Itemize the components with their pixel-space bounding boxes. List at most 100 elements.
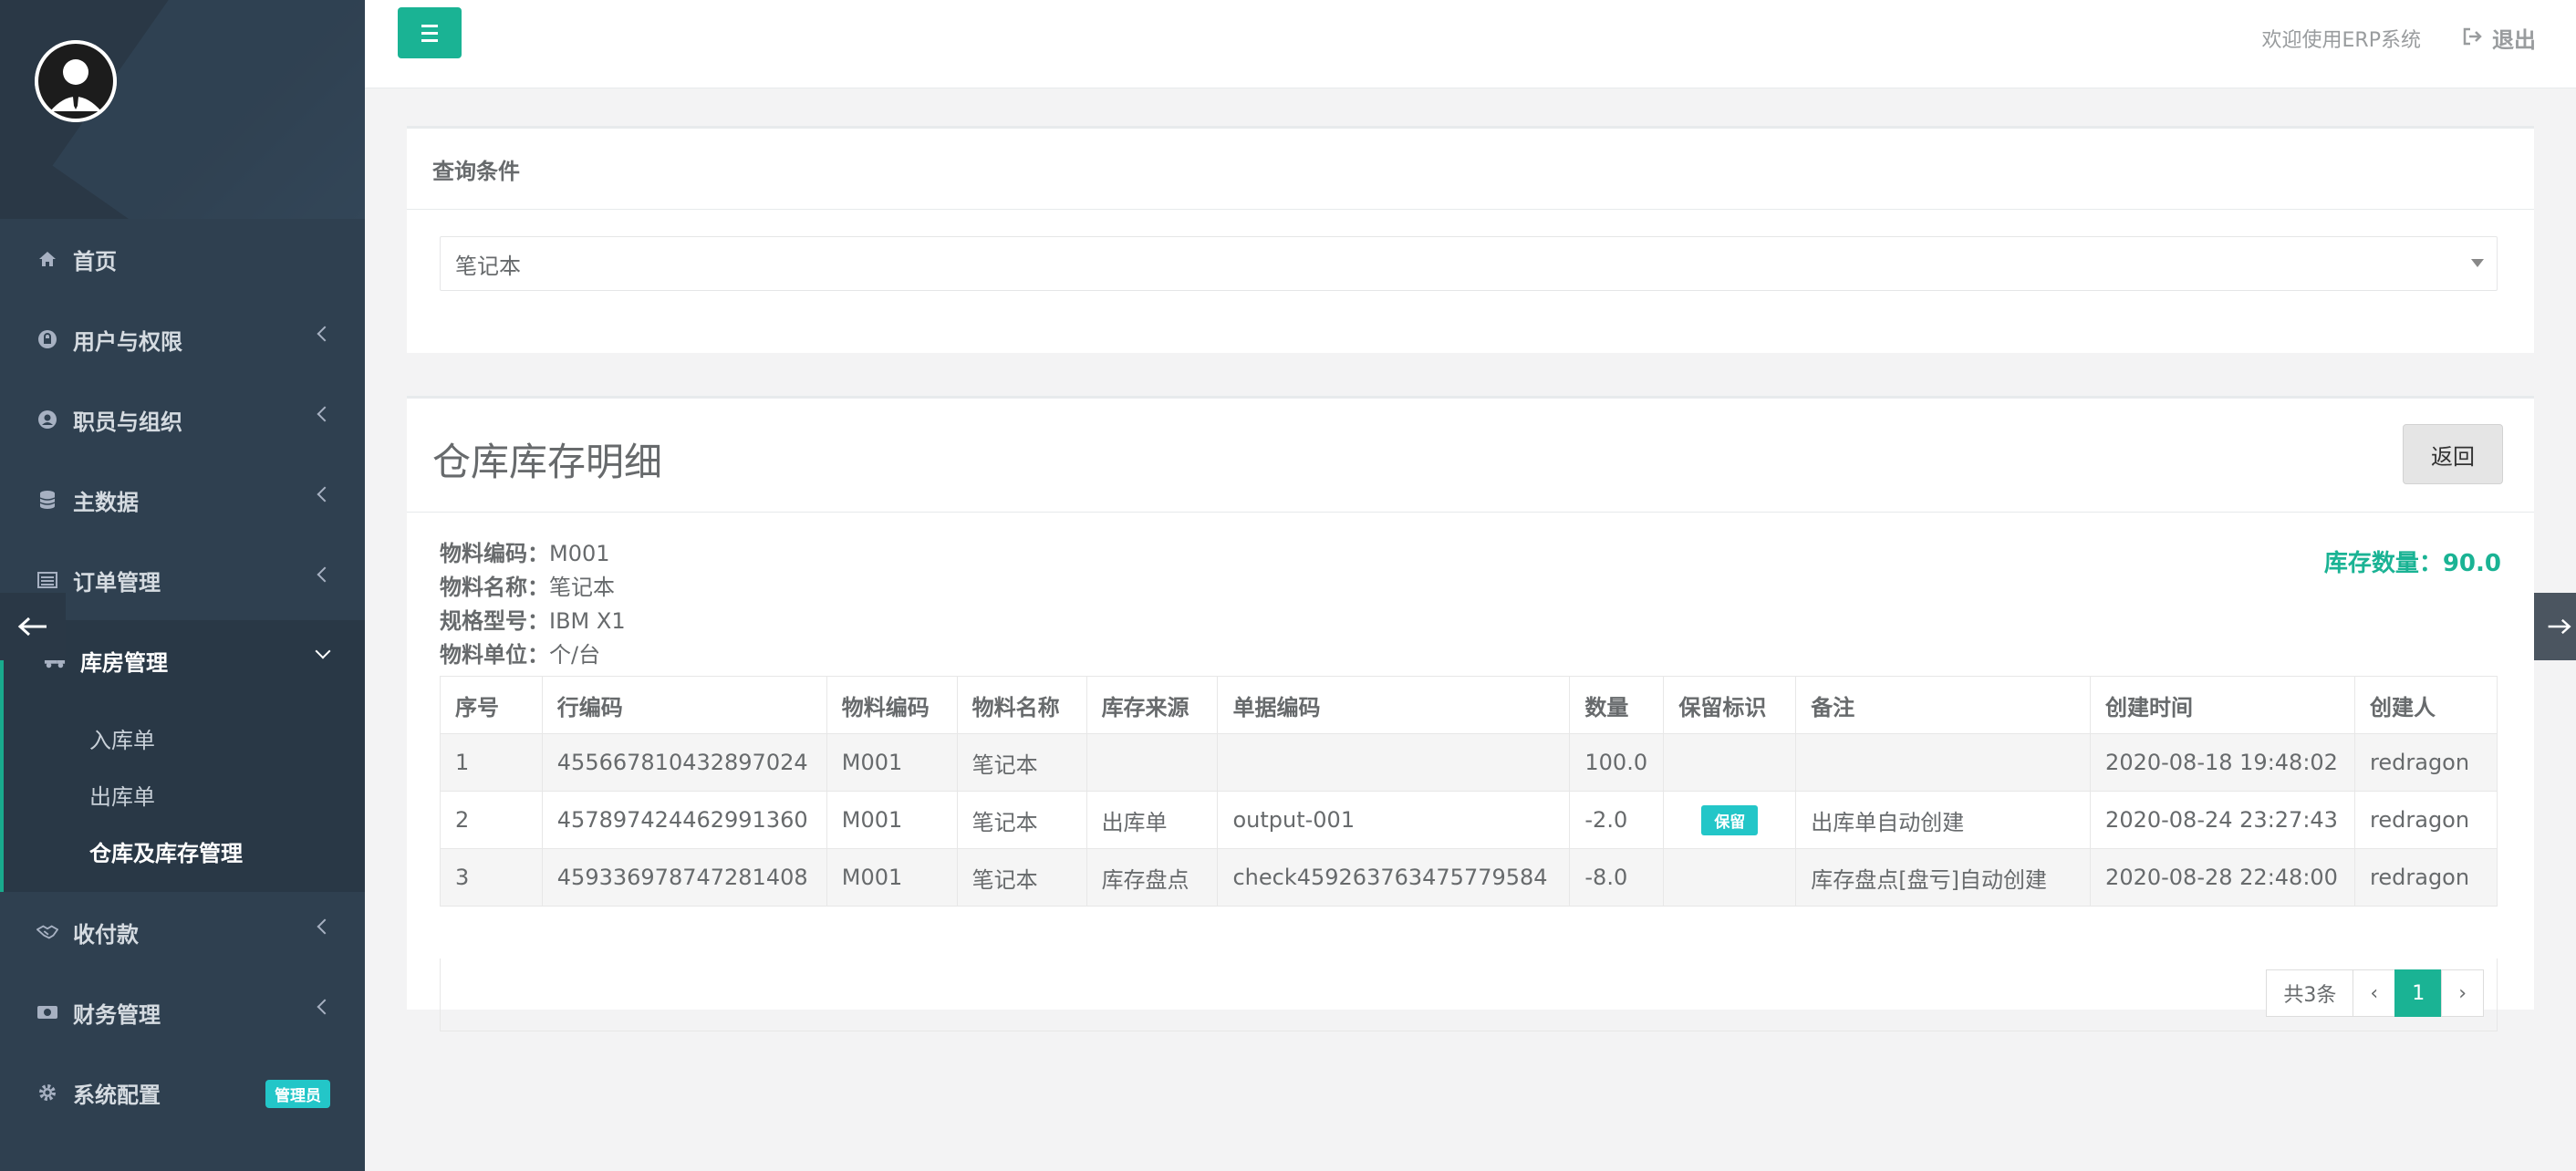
gear-icon bbox=[36, 1082, 58, 1104]
sidebar-item-users[interactable]: 用户与权限 bbox=[0, 299, 365, 379]
table-cell: 2020-08-28 22:48:00 bbox=[2090, 848, 2356, 907]
column-header[interactable]: 创建人 bbox=[2354, 676, 2498, 734]
sidebar-item-label: 财务管理 bbox=[73, 1001, 161, 1028]
table-cell: 457897424462991360 bbox=[541, 791, 827, 849]
sidebar-item-label: 职员与组织 bbox=[73, 409, 182, 435]
table-cell: 笔记本 bbox=[956, 733, 1087, 792]
sidebar-item-payments[interactable]: 收付款 bbox=[0, 892, 365, 972]
query-panel-title: 查询条件 bbox=[407, 129, 2534, 210]
chevron-left-icon bbox=[317, 918, 333, 935]
column-header[interactable]: 序号 bbox=[440, 676, 543, 734]
pagination-prev-button[interactable]: ‹ bbox=[2353, 969, 2396, 1017]
back-button[interactable]: 返回 bbox=[2403, 424, 2503, 484]
column-header[interactable]: 单据编码 bbox=[1217, 676, 1571, 734]
subnav-item-outbound[interactable]: 出库单 bbox=[4, 766, 365, 823]
table-cell: redragon bbox=[2354, 791, 2498, 849]
inventory-detail-panel: 仓库库存明细 返回 物料编码：M001 物料名称：笔记本 规格型号：IBM X1… bbox=[407, 396, 2534, 1031]
material-select[interactable]: 笔记本 bbox=[440, 236, 2498, 291]
table-cell: M001 bbox=[826, 733, 958, 792]
sidebar-item-finance[interactable]: 财务管理 bbox=[0, 972, 365, 1052]
info-row: 规格型号：IBM X1 bbox=[440, 608, 626, 634]
chevron-left-icon bbox=[317, 406, 333, 422]
column-header[interactable]: 备注 bbox=[1795, 676, 2092, 734]
logout-label: 退出 bbox=[2492, 27, 2536, 53]
column-header[interactable]: 数量 bbox=[1569, 676, 1665, 734]
menu-toggle-button[interactable] bbox=[398, 7, 462, 58]
top-navbar: 欢迎使用ERP系统 退出 bbox=[365, 0, 2576, 88]
column-header[interactable]: 物料名称 bbox=[956, 676, 1087, 734]
table-cell: 2020-08-24 23:27:43 bbox=[2090, 791, 2356, 849]
chevron-left-icon bbox=[317, 326, 333, 342]
sidebar-item-label: 系统配置 bbox=[73, 1082, 161, 1108]
caret-down-icon bbox=[2471, 259, 2484, 267]
home-icon bbox=[36, 248, 58, 270]
column-header[interactable]: 行编码 bbox=[541, 676, 827, 734]
table-cell: 库存盘点 bbox=[1085, 848, 1219, 907]
sidebar-item-home[interactable]: 首页 bbox=[0, 219, 365, 299]
material-info: 物料编码：M001 物料名称：笔记本 规格型号：IBM X1 物料单位：个/台 bbox=[440, 537, 626, 672]
table-row[interactable]: 1 455667810432897024 M001 笔记本 100.0 2020… bbox=[440, 733, 2498, 792]
table-cell bbox=[1217, 733, 1571, 792]
sidebar-item-label: 主数据 bbox=[73, 489, 139, 515]
pagination-total: 共3条 bbox=[2266, 969, 2354, 1017]
table-cell: redragon bbox=[2354, 733, 2498, 792]
info-row: 物料编码：M001 bbox=[440, 541, 610, 566]
user-icon bbox=[36, 409, 58, 430]
column-header[interactable]: 保留标识 bbox=[1663, 676, 1797, 734]
column-header[interactable]: 物料编码 bbox=[826, 676, 958, 734]
chevron-left-icon bbox=[317, 999, 333, 1015]
sidebar-item-label: 用户与权限 bbox=[73, 328, 182, 355]
table-row[interactable]: 2 457897424462991360 M001 笔记本 出库单 output… bbox=[440, 791, 2498, 849]
subnav-item-inbound[interactable]: 入库单 bbox=[4, 710, 365, 766]
sidebar-item-label: 首页 bbox=[73, 248, 117, 275]
sidebar-item-staff[interactable]: 职员与组织 bbox=[0, 379, 365, 460]
column-header[interactable]: 创建时间 bbox=[2090, 676, 2356, 734]
material-select-value: 笔记本 bbox=[455, 253, 521, 279]
table-cell: 出库单自动创建 bbox=[1795, 791, 2092, 849]
table-cell: 笔记本 bbox=[956, 791, 1087, 849]
inventory-table: 序号 行编码 物料编码 物料名称 库存来源 单据编码 数量 保留标识 备注 创建… bbox=[440, 676, 2498, 907]
sidebar-item-settings[interactable]: 系统配置 管理员 bbox=[0, 1052, 365, 1133]
detail-header: 仓库库存明细 返回 bbox=[407, 399, 2534, 513]
table-cell: -8.0 bbox=[1569, 848, 1665, 907]
table-cell: 455667810432897024 bbox=[541, 733, 827, 792]
admin-badge: 管理员 bbox=[265, 1080, 330, 1108]
page-title: 仓库库存明细 bbox=[432, 440, 663, 484]
reserved-badge: 保留 bbox=[1701, 804, 1759, 835]
table-row[interactable]: 3 459336978747281408 M001 笔记本 库存盘点 check… bbox=[440, 848, 2498, 907]
welcome-text: 欢迎使用ERP系统 bbox=[2261, 29, 2421, 52]
table-cell: M001 bbox=[826, 791, 958, 849]
pagination: 共3条 ‹ 1 › bbox=[2266, 969, 2484, 1017]
handshake-icon bbox=[36, 921, 58, 943]
subnav-item-inventory[interactable]: 仓库及库存管理 bbox=[4, 823, 365, 879]
table-cell bbox=[1085, 733, 1219, 792]
table-cell: 保留 bbox=[1663, 791, 1797, 849]
table-cell: 1 bbox=[440, 733, 543, 792]
sidebar-item-label: 收付款 bbox=[73, 921, 139, 948]
chevron-left-icon bbox=[317, 566, 333, 583]
database-icon bbox=[36, 489, 58, 511]
table-cell: 出库单 bbox=[1085, 791, 1219, 849]
pagination-page-1[interactable]: 1 bbox=[2394, 969, 2443, 1017]
table-cell: 2 bbox=[440, 791, 543, 849]
table-cell: check459263763475779584 bbox=[1217, 848, 1571, 907]
column-header[interactable]: 库存来源 bbox=[1085, 676, 1219, 734]
pagination-next-button[interactable]: › bbox=[2441, 969, 2484, 1017]
avatar[interactable] bbox=[35, 40, 117, 122]
table-cell: -2.0 bbox=[1569, 791, 1665, 849]
expand-arrow-right-icon[interactable] bbox=[2534, 593, 2576, 660]
pagination-row: 共3条 ‹ 1 › bbox=[440, 959, 2498, 1031]
table-cell: 笔记本 bbox=[956, 848, 1087, 907]
chevron-left-icon bbox=[317, 486, 333, 503]
list-icon bbox=[36, 569, 58, 591]
table-cell: M001 bbox=[826, 848, 958, 907]
logout-link[interactable]: 退出 bbox=[2463, 22, 2536, 54]
query-panel: 查询条件 笔记本 bbox=[407, 126, 2534, 353]
sidebar-item-label: 库房管理 bbox=[80, 649, 168, 676]
sidebar-item-master-data[interactable]: 主数据 bbox=[0, 460, 365, 540]
collapse-arrow-left-icon[interactable] bbox=[0, 593, 66, 660]
table-cell: redragon bbox=[2354, 848, 2498, 907]
table-cell: 459336978747281408 bbox=[541, 848, 827, 907]
table-cell: 库存盘点[盘亏]自动创建 bbox=[1795, 848, 2092, 907]
table-cell: 100.0 bbox=[1569, 733, 1665, 792]
